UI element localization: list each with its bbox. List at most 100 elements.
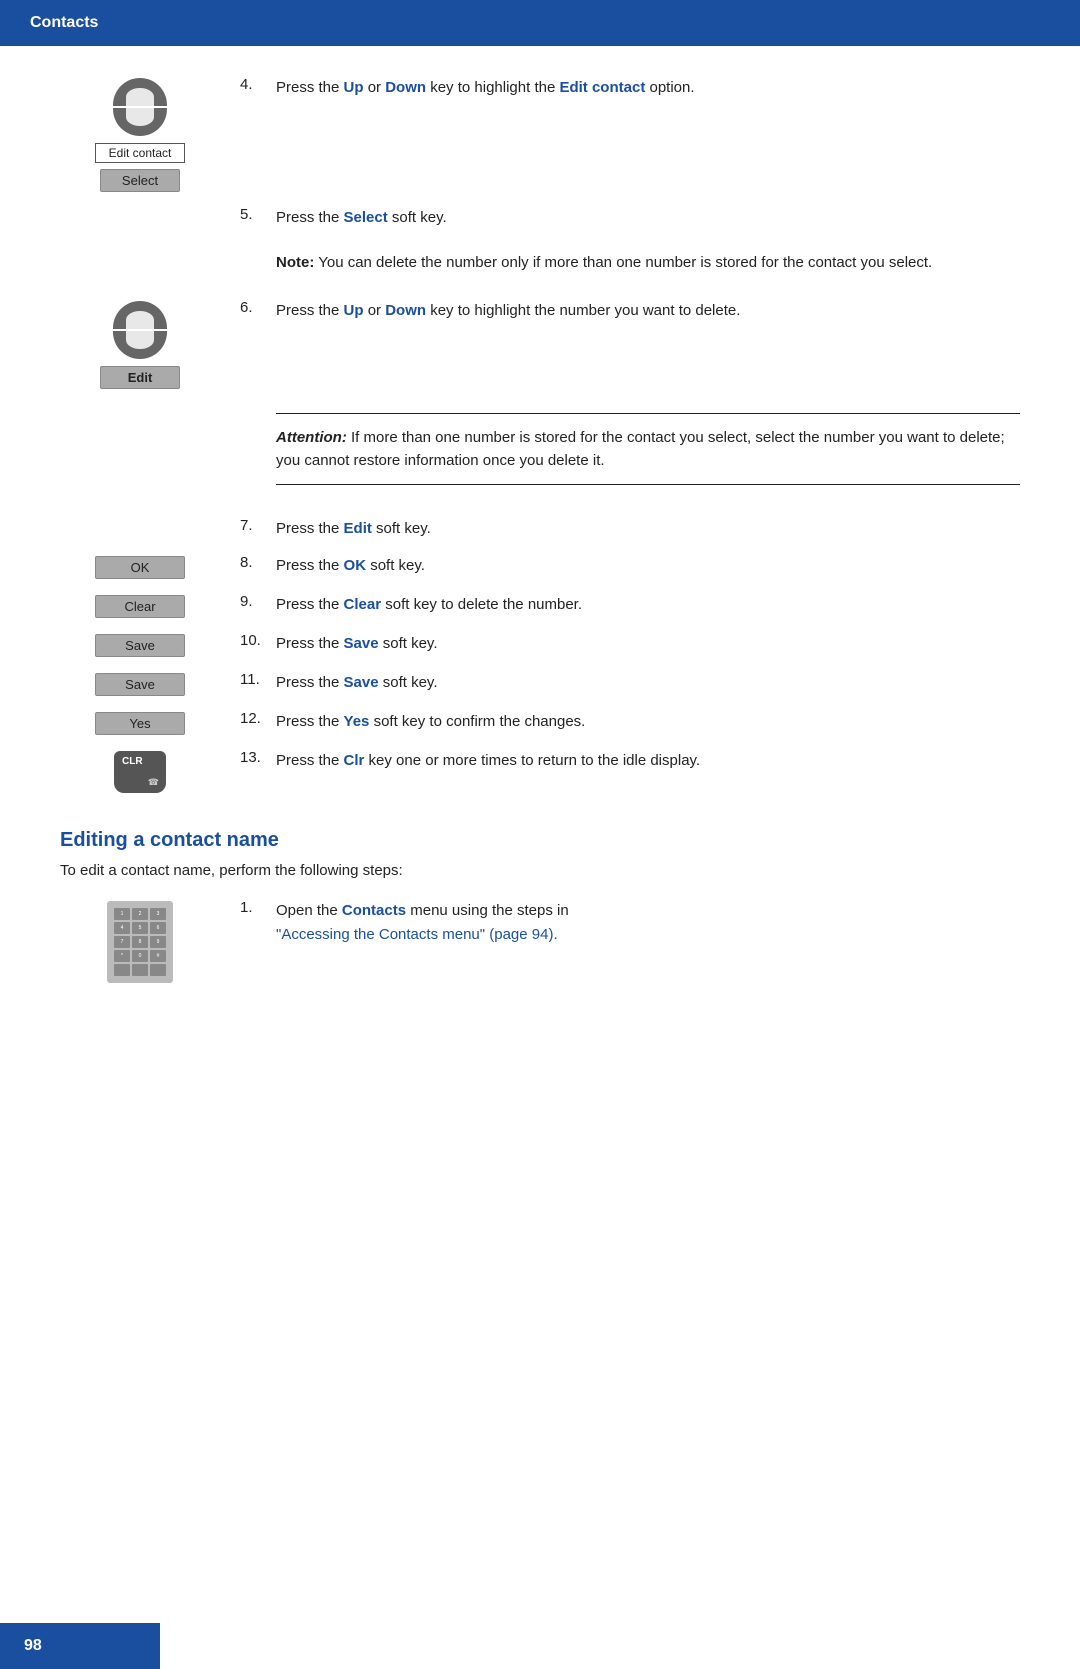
step-11-row: Save 11. Press the Save soft key. (60, 671, 1020, 696)
step-9-row: Clear 9. Press the Clear soft key to del… (60, 593, 1020, 618)
select-key-ref: Select (344, 209, 388, 226)
nav-up-icon (113, 78, 167, 136)
step-13-row: CLR ☎ 13. Press the Clr key one or more … (60, 749, 1020, 793)
note-icon-empty (60, 243, 220, 245)
note-desc: Note: You can delete the number only if … (276, 251, 1020, 274)
step-4-desc: Press the Up or Down key to highlight th… (276, 76, 1020, 99)
up-key-6: Up (344, 302, 364, 319)
clr-key-shape: CLR ☎ (114, 751, 166, 793)
save-softkey-11: Save (95, 673, 185, 696)
save-key-11: Save (344, 674, 379, 691)
step-13-text: 13. Press the Clr key one or more times … (240, 749, 1020, 772)
edit-softkey: Edit (100, 366, 180, 389)
accessing-contacts-link: "Accessing the Contacts menu" (page 94). (276, 926, 558, 943)
select-softkey: Select (100, 169, 180, 192)
key-8: 8 (132, 936, 148, 948)
step-12-desc: Press the Yes soft key to confirm the ch… (276, 710, 1020, 733)
step-10-icon: Save (60, 632, 220, 657)
down-key-label: Down (385, 79, 426, 96)
edit-contact-label: Edit contact (95, 143, 185, 163)
footer: 98 (0, 1623, 160, 1669)
step-5-icon (60, 206, 220, 208)
key-6: 6 (150, 922, 166, 934)
step-11-num: 11. (240, 671, 276, 688)
step-8-icon: OK (60, 554, 220, 579)
save-softkey-10: Save (95, 634, 185, 657)
section2-step1-icon: 1 2 3 4 5 6 7 8 9 * 0 # (60, 899, 220, 983)
attention-row: Attention: If more than one number is st… (60, 403, 1020, 504)
nav-edit-widget: Edit (100, 301, 180, 389)
step-8-text: 8. Press the OK soft key. (240, 554, 1020, 577)
section2-intro: To edit a contact name, perform the foll… (60, 862, 1020, 879)
step-9-icon: Clear (60, 593, 220, 618)
step-12-row: Yes 12. Press the Yes soft key to confir… (60, 710, 1020, 735)
key-4: 4 (114, 922, 130, 934)
section2-step1-text: 1. Open the Contacts menu using the step… (240, 899, 1020, 946)
step-10-text: 10. Press the Save soft key. (240, 632, 1020, 655)
step-4-num: 4. (240, 76, 276, 93)
section2-step1-num: 1. (240, 899, 276, 916)
step-9-text: 9. Press the Clear soft key to delete th… (240, 593, 1020, 616)
step-6-num: 6. (240, 299, 276, 316)
key-nav3 (150, 964, 166, 976)
ok-softkey: OK (95, 556, 185, 579)
step-6-desc: Press the Up or Down key to highlight th… (276, 299, 1020, 322)
contacts-menu-ref: Contacts (342, 902, 406, 919)
step-10-row: Save 10. Press the Save soft key. (60, 632, 1020, 657)
step-11-text: 11. Press the Save soft key. (240, 671, 1020, 694)
step-5-text: 5. Press the Select soft key. (240, 206, 1020, 229)
arc-down-6 (113, 331, 167, 359)
step-13-desc: Press the Clr key one or more times to r… (276, 749, 1020, 772)
key-star: * (114, 950, 130, 962)
arc-down-shape (113, 108, 167, 136)
step-12-num: 12. (240, 710, 276, 727)
key-nav2 (132, 964, 148, 976)
save-key-10: Save (344, 635, 379, 652)
edit-key-7: Edit (344, 520, 372, 537)
nav-up-down-6 (113, 301, 167, 359)
clr-key-text: CLR (122, 756, 143, 767)
clr-key-ref: Clr (344, 752, 365, 769)
clear-softkey: Clear (95, 595, 185, 618)
nav-select-widget: Edit contact Select (95, 78, 185, 192)
yes-key-ref: Yes (344, 713, 370, 730)
main-content: Edit contact Select 4. Press the Up or D… (0, 46, 1080, 1027)
key-0: 0 (132, 950, 148, 962)
up-key-label: Up (344, 79, 364, 96)
step-13-icon: CLR ☎ (60, 749, 220, 793)
step-10-desc: Press the Save soft key. (276, 632, 1020, 655)
step-12-icon: Yes (60, 710, 220, 735)
ok-key-ref: OK (344, 557, 367, 574)
page-header: Contacts (0, 0, 1080, 46)
key-1: 1 (114, 908, 130, 920)
step-13-num: 13. (240, 749, 276, 766)
key-7: 7 (114, 936, 130, 948)
step-5-desc: Press the Select soft key. (276, 206, 1020, 229)
step-8-num: 8. (240, 554, 276, 571)
clr-key-container: CLR ☎ (114, 751, 166, 793)
step-7-desc: Press the Edit soft key. (276, 517, 1020, 540)
step-5-num: 5. (240, 206, 276, 223)
step-12-text: 12. Press the Yes soft key to confirm th… (240, 710, 1020, 733)
step-7-text: 7. Press the Edit soft key. (240, 517, 1020, 540)
step-6-row: Edit 6. Press the Up or Down key to high… (60, 299, 1020, 389)
step-5-row: 5. Press the Select soft key. (60, 206, 1020, 229)
attention-icon-empty (60, 403, 220, 405)
header-title: Contacts (30, 14, 98, 31)
yes-softkey: Yes (95, 712, 185, 735)
key-5: 5 (132, 922, 148, 934)
step-7-icon-empty (60, 517, 220, 519)
page-number: 98 (24, 1637, 42, 1654)
section2-heading: Editing a contact name (60, 829, 1020, 852)
note-row: Note: You can delete the number only if … (60, 243, 1020, 284)
section2-step1-row: 1 2 3 4 5 6 7 8 9 * 0 # 1 (60, 899, 1020, 983)
key-2: 2 (132, 908, 148, 920)
arc-up-shape (113, 78, 167, 106)
step-11-icon: Save (60, 671, 220, 696)
clear-key-ref: Clear (344, 596, 382, 613)
attention-desc: Attention: If more than one number is st… (276, 413, 1020, 486)
key-3: 3 (150, 908, 166, 920)
step-7-num: 7. (240, 517, 276, 534)
key-hash: # (150, 950, 166, 962)
note-text: Note: You can delete the number only if … (240, 243, 1020, 284)
